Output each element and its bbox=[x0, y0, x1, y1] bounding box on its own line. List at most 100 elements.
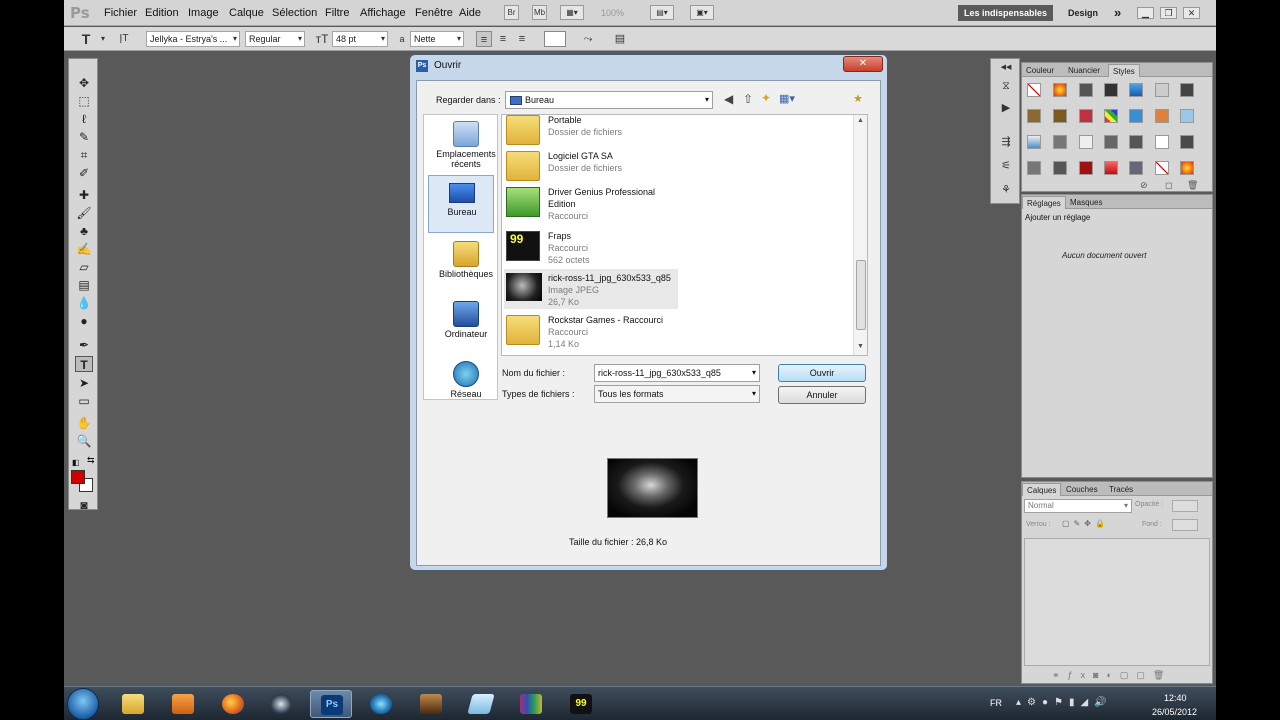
taskbar-game[interactable] bbox=[410, 690, 452, 718]
tab-masques[interactable]: Masques bbox=[1066, 196, 1106, 209]
style-swatch[interactable] bbox=[1079, 83, 1093, 97]
tab-reglages[interactable]: Réglages bbox=[1022, 196, 1066, 209]
style-swatch[interactable] bbox=[1155, 83, 1169, 97]
taskbar-winrar[interactable] bbox=[510, 690, 552, 718]
style-swatch[interactable] bbox=[1027, 109, 1041, 123]
style-swatch[interactable] bbox=[1180, 83, 1194, 97]
quick-mask-icon[interactable]: ◙ bbox=[75, 497, 93, 513]
cancel-button[interactable]: Annuler bbox=[778, 386, 866, 404]
file-item-gta[interactable]: Logiciel GTA SA Dossier de fichiers bbox=[504, 147, 674, 187]
place-recent[interactable]: Emplacements récents bbox=[432, 121, 500, 169]
fill-field[interactable] bbox=[1172, 519, 1198, 531]
no-style-icon[interactable]: ⊘ bbox=[1140, 180, 1148, 191]
tab-nuancier[interactable]: Nuancier bbox=[1064, 64, 1104, 77]
file-item-rick-ross[interactable]: rick-ross-11_jpg_630x533_q85 Image JPEG … bbox=[504, 269, 678, 309]
crop-tool-icon[interactable]: ⌗ bbox=[75, 147, 93, 163]
minibridge-button[interactable]: Mb bbox=[532, 5, 547, 20]
menu-fenetre[interactable]: Fenêtre bbox=[415, 7, 453, 19]
file-item-driver-genius[interactable]: Driver Genius Professional Edition Racco… bbox=[504, 183, 674, 225]
new-style-icon[interactable]: ◻ bbox=[1165, 180, 1172, 191]
actions-panel-icon[interactable]: ▶ bbox=[998, 101, 1014, 115]
menu-affichage[interactable]: Affichage bbox=[360, 7, 406, 19]
menu-edition[interactable]: Edition bbox=[145, 7, 179, 19]
file-item-fraps[interactable]: 99 Fraps Raccourci 562 octets bbox=[504, 227, 674, 267]
style-swatch[interactable] bbox=[1129, 109, 1143, 123]
blur-tool-icon[interactable]: 💧 bbox=[75, 295, 93, 311]
style-swatch[interactable] bbox=[1079, 135, 1093, 149]
file-list-scrollbar[interactable]: ▲ ▼ bbox=[853, 115, 867, 355]
pen-tool-icon[interactable]: ✒ bbox=[75, 337, 93, 353]
style-swatch[interactable] bbox=[1027, 161, 1041, 175]
taskbar-explorer[interactable] bbox=[112, 690, 154, 718]
trash-icon[interactable]: 🗑 bbox=[1187, 180, 1198, 191]
filetype-select[interactable]: Tous les formats ▾ bbox=[594, 385, 760, 403]
font-style-select[interactable]: Regular ▾ bbox=[245, 31, 305, 47]
place-network[interactable]: Réseau bbox=[432, 361, 500, 399]
style-swatch[interactable] bbox=[1180, 135, 1194, 149]
screen-mode-button[interactable]: ▣▾ bbox=[690, 5, 714, 20]
eraser-tool-icon[interactable]: ▱ bbox=[75, 259, 93, 275]
style-swatch[interactable] bbox=[1104, 161, 1118, 175]
start-button[interactable] bbox=[67, 688, 99, 720]
scroll-down-icon[interactable]: ▼ bbox=[857, 343, 864, 350]
collapse-icon[interactable]: ◀◀ bbox=[998, 61, 1014, 75]
brush-tool-icon[interactable]: 🖌 bbox=[75, 205, 93, 221]
align-right-icon[interactable]: ≡ bbox=[514, 31, 530, 47]
text-color-swatch[interactable] bbox=[544, 31, 566, 47]
language-indicator[interactable]: FR bbox=[990, 698, 1002, 708]
style-swatch[interactable] bbox=[1053, 109, 1067, 123]
tab-couches[interactable]: Couches bbox=[1062, 483, 1102, 496]
rectangle-tool-icon[interactable]: ▭ bbox=[75, 393, 93, 409]
path-select-icon[interactable]: ➤ bbox=[75, 375, 93, 391]
align-center-icon[interactable]: ≡ bbox=[495, 31, 511, 47]
opacity-field[interactable] bbox=[1172, 500, 1198, 512]
taskbar-fraps[interactable]: 99 bbox=[560, 690, 602, 718]
healing-brush-icon[interactable]: ✚ bbox=[75, 187, 93, 203]
taskbar-steam[interactable] bbox=[260, 690, 302, 718]
dropdown-icon[interactable]: ▾ bbox=[95, 31, 111, 47]
workspace-essentials[interactable]: Les indispensables bbox=[958, 5, 1054, 21]
close-icon[interactable]: ✕ bbox=[1183, 7, 1200, 19]
move-tool-icon[interactable]: ✥ bbox=[75, 75, 93, 91]
eyedropper-icon[interactable]: ✐ bbox=[75, 165, 93, 181]
style-swatch[interactable] bbox=[1027, 83, 1041, 97]
arrange-docs-button[interactable]: ▤▾ bbox=[650, 5, 674, 20]
restore-icon[interactable]: ❐ bbox=[1160, 7, 1177, 19]
style-swatch[interactable] bbox=[1053, 83, 1067, 97]
layer-actions-icons[interactable]: ⚭ƒx◙◐▢▢🗑 bbox=[1052, 670, 1172, 681]
minimize-icon[interactable]: ▁ bbox=[1137, 7, 1154, 19]
style-swatch[interactable] bbox=[1129, 161, 1143, 175]
clone-source-icon[interactable]: ⚘ bbox=[998, 183, 1014, 197]
hand-tool-icon[interactable]: ✋ bbox=[75, 415, 93, 431]
dodge-tool-icon[interactable]: ● bbox=[75, 313, 93, 329]
lock-icons[interactable]: ▢✎✥🔒 bbox=[1062, 519, 1109, 528]
bridge-button[interactable]: Br bbox=[504, 5, 519, 20]
style-swatch[interactable] bbox=[1104, 135, 1118, 149]
open-button[interactable]: Ouvrir bbox=[778, 364, 866, 382]
font-family-select[interactable]: Jellyka - Estrya's ... ▾ bbox=[146, 31, 240, 47]
style-swatch[interactable] bbox=[1104, 109, 1118, 123]
style-swatch[interactable] bbox=[1027, 135, 1041, 149]
lasso-tool-icon[interactable]: ℓ bbox=[75, 111, 93, 127]
warp-text-icon[interactable]: ⤳ bbox=[580, 31, 596, 47]
style-swatch[interactable] bbox=[1155, 161, 1169, 175]
history-panel-icon[interactable]: ⧖ bbox=[998, 79, 1014, 93]
taskbar-app[interactable] bbox=[360, 690, 402, 718]
style-swatch[interactable] bbox=[1155, 109, 1169, 123]
style-swatch[interactable] bbox=[1129, 83, 1143, 97]
tool-presets-icon[interactable]: ⇶ bbox=[998, 135, 1014, 149]
filename-input[interactable]: rick-ross-11_jpg_630x533_q85 ▾ bbox=[594, 364, 760, 382]
folder-star-icon[interactable]: ★ bbox=[853, 92, 863, 105]
scroll-thumb[interactable] bbox=[856, 260, 866, 330]
menu-image[interactable]: Image bbox=[188, 7, 219, 19]
style-swatch[interactable] bbox=[1104, 83, 1118, 97]
clone-stamp-icon[interactable]: ♣ bbox=[75, 223, 93, 239]
foreground-color[interactable] bbox=[71, 470, 85, 484]
default-colors-icon[interactable]: ◧ bbox=[72, 458, 80, 467]
lookin-select[interactable]: Bureau ▾ bbox=[505, 91, 713, 109]
style-swatch[interactable] bbox=[1053, 161, 1067, 175]
place-computer[interactable]: Ordinateur bbox=[432, 301, 500, 339]
file-item-rockstar[interactable]: Rockstar Games - Raccourci Raccourci 1,1… bbox=[504, 311, 674, 351]
blend-mode-select[interactable]: Normal ▾ bbox=[1024, 499, 1132, 513]
zoom-tool-icon[interactable]: 🔍 bbox=[75, 433, 93, 449]
